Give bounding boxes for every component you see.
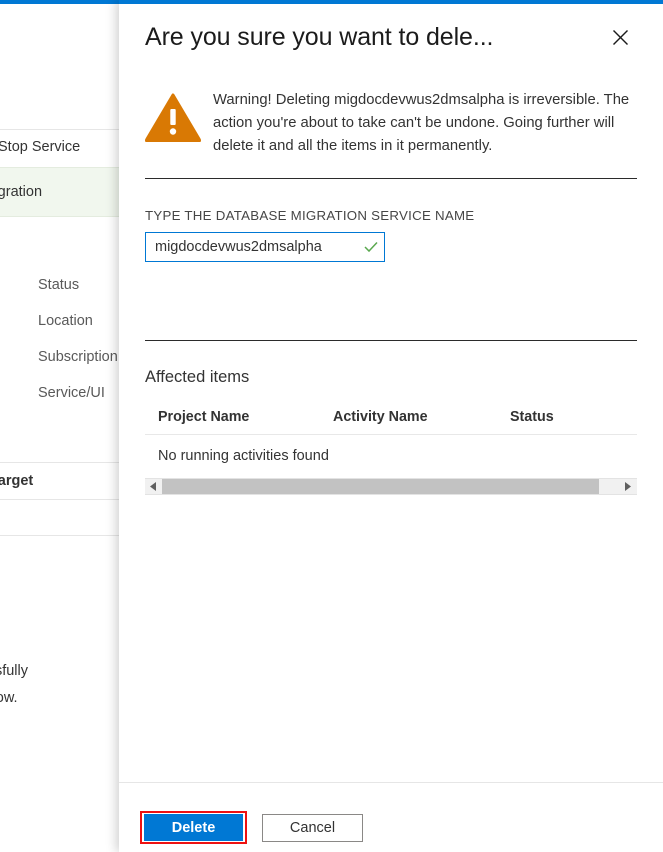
- table-horizontal-scrollbar[interactable]: [145, 478, 637, 495]
- divider-top: [145, 178, 637, 179]
- screen: Stop Service our first migration Status …: [0, 0, 663, 852]
- background-message-line-1: was successfully: [0, 663, 28, 679]
- background-blade: Stop Service our first migration Status …: [0, 4, 119, 852]
- stop-service-label: Stop Service: [0, 139, 80, 155]
- table-header-row: Project Name Activity Name Status: [145, 409, 637, 435]
- delete-button[interactable]: Delete: [144, 814, 243, 841]
- affected-items-heading: Affected items: [145, 368, 637, 387]
- table-empty-message: No running activities found: [158, 448, 637, 464]
- background-property-subscription: Subscription: [38, 349, 118, 365]
- background-section-row: [0, 500, 119, 536]
- checkmark-icon: [358, 241, 384, 253]
- close-icon[interactable]: [603, 20, 637, 54]
- background-notification-bar: our first migration: [0, 167, 119, 217]
- background-notification-text: our first migration: [0, 184, 42, 200]
- background-section-header-label: Target: [0, 473, 33, 489]
- scrollbar-track[interactable]: [599, 479, 620, 494]
- background-section-header-target: Target: [0, 462, 119, 500]
- scrollbar-thumb[interactable]: [162, 479, 599, 494]
- column-header-activity-name: Activity Name: [333, 409, 510, 425]
- delete-confirmation-dialog: Are you sure you want to dele... Warning: [119, 0, 663, 852]
- warning-text: Warning! Deleting migdocdevwus2dmsalpha …: [145, 89, 637, 158]
- divider-bottom: [145, 340, 637, 341]
- background-message-line-2: on project now.: [0, 690, 18, 706]
- dialog-footer: Delete Cancel: [119, 782, 663, 852]
- column-header-status: Status: [510, 409, 610, 425]
- cancel-button[interactable]: Cancel: [262, 814, 363, 842]
- warning-block: Warning! Deleting migdocdevwus2dmsalpha …: [145, 70, 637, 158]
- dialog-title: Are you sure you want to dele...: [145, 23, 493, 52]
- dialog-header: Are you sure you want to dele...: [119, 4, 663, 70]
- scroll-right-arrow-icon[interactable]: [620, 479, 637, 494]
- background-property-location: Location: [38, 313, 93, 329]
- background-command-stop-service[interactable]: Stop Service: [0, 130, 119, 164]
- confirm-name-input[interactable]: [146, 239, 358, 255]
- scroll-left-arrow-icon[interactable]: [145, 479, 162, 494]
- column-header-project-name: Project Name: [158, 409, 333, 425]
- confirm-name-input-wrapper[interactable]: [145, 232, 385, 262]
- table-row: No running activities found: [145, 435, 637, 478]
- dialog-body: Warning! Deleting migdocdevwus2dmsalpha …: [119, 70, 663, 782]
- background-property-status: Status: [38, 277, 79, 293]
- background-property-service-ui: Service/UI: [38, 385, 105, 401]
- confirm-field-label: TYPE THE DATABASE MIGRATION SERVICE NAME: [145, 208, 637, 223]
- warning-triangle-icon: [145, 92, 201, 144]
- affected-items-table: Project Name Activity Name Status No run…: [145, 409, 637, 495]
- background-blade-content: Stop Service our first migration Status …: [0, 4, 119, 852]
